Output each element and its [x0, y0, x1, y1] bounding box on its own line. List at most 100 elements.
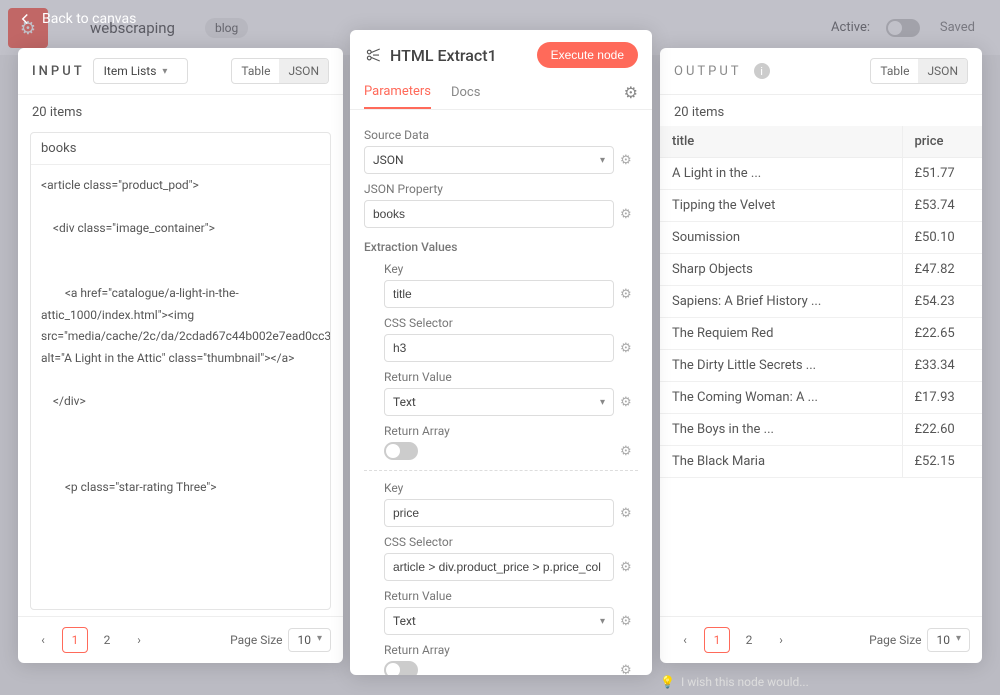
- param-gear-icon[interactable]: ⚙: [620, 287, 638, 302]
- css-label: CSS Selector: [384, 535, 638, 549]
- output-footer: ‹ 1 2 › Page Size 10 ▾: [660, 616, 982, 663]
- key-input-2[interactable]: [384, 499, 614, 527]
- css-input-1[interactable]: [384, 334, 614, 362]
- input-header: INPUT Item Lists ▾ Table JSON: [18, 48, 343, 95]
- back-to-canvas[interactable]: Back to canvas: [0, 0, 136, 38]
- param-gear-icon[interactable]: ⚙: [620, 395, 638, 410]
- page-1-button[interactable]: 1: [62, 627, 88, 653]
- css-input-2[interactable]: [384, 553, 614, 581]
- title-cell: The Requiem Red: [660, 318, 902, 350]
- tab-docs[interactable]: Docs: [451, 77, 480, 108]
- input-footer: ‹ 1 2 › Page Size 10 ▾: [18, 616, 343, 663]
- prev-page-button[interactable]: ‹: [30, 627, 56, 653]
- table-row: A Light in the ...£51.77: [660, 158, 982, 190]
- table-row: The Requiem Red£22.65: [660, 318, 982, 350]
- input-title: INPUT: [32, 64, 85, 79]
- json-property-label: JSON Property: [364, 182, 638, 196]
- page-size-label: Page Size: [230, 633, 282, 647]
- node-title: HTML Extract1: [390, 46, 529, 65]
- price-cell: £17.93: [902, 382, 982, 414]
- title-cell: Soumission: [660, 222, 902, 254]
- param-gear-icon[interactable]: ⚙: [620, 153, 638, 168]
- output-view-toggle: Table JSON: [870, 58, 968, 84]
- param-gear-icon[interactable]: ⚙: [620, 444, 638, 459]
- table-row: The Dirty Little Secrets ...£33.34: [660, 350, 982, 382]
- view-json-button[interactable]: JSON: [918, 59, 967, 83]
- input-column-header: books: [31, 133, 330, 165]
- node-panel: HTML Extract1 Execute node Parameters Do…: [350, 30, 652, 675]
- return-array-toggle-1[interactable]: [384, 442, 418, 460]
- view-table-button[interactable]: Table: [871, 59, 918, 83]
- price-cell: £54.23: [902, 286, 982, 318]
- prev-page-button[interactable]: ‹: [672, 627, 698, 653]
- page-size-label: Page Size: [869, 633, 921, 647]
- title-cell: Sharp Objects: [660, 254, 902, 286]
- output-title: OUTPUT: [674, 64, 742, 79]
- prev-node-label: Item Lists: [104, 64, 157, 78]
- title-cell: The Black Maria: [660, 446, 902, 478]
- param-gear-icon[interactable]: ⚙: [620, 341, 638, 356]
- price-cell: £52.15: [902, 446, 982, 478]
- settings-icon[interactable]: ⚙: [624, 83, 638, 102]
- arrow-left-icon: [16, 10, 34, 28]
- title-cell: The Dirty Little Secrets ...: [660, 350, 902, 382]
- input-data-box: books <article class="product_pod"> <div…: [30, 132, 331, 610]
- page-2-button[interactable]: 2: [94, 627, 120, 653]
- next-page-button[interactable]: ›: [768, 627, 794, 653]
- source-data-select[interactable]: JSON▾: [364, 146, 614, 174]
- view-table-button[interactable]: Table: [232, 59, 279, 83]
- param-gear-icon[interactable]: ⚙: [620, 560, 638, 575]
- col-price-header: price: [902, 126, 982, 158]
- param-gear-icon[interactable]: ⚙: [620, 207, 638, 222]
- return-array-label: Return Array: [384, 643, 638, 657]
- page-2-button[interactable]: 2: [736, 627, 762, 653]
- wish-bar[interactable]: 💡 I wish this node would...: [660, 669, 982, 695]
- table-row: Tipping the Velvet£53.74: [660, 190, 982, 222]
- col-title-header: title: [660, 126, 902, 158]
- param-gear-icon[interactable]: ⚙: [620, 663, 638, 676]
- view-json-button[interactable]: JSON: [279, 59, 328, 83]
- title-cell: Tipping the Velvet: [660, 190, 902, 222]
- extraction-values-label: Extraction Values: [364, 240, 638, 254]
- page-1-button[interactable]: 1: [704, 627, 730, 653]
- return-label: Return Value: [384, 589, 638, 603]
- price-cell: £51.77: [902, 158, 982, 190]
- input-body: <article class="product_pod"> <div class…: [31, 165, 330, 609]
- json-property-input[interactable]: [364, 200, 614, 228]
- css-label: CSS Selector: [384, 316, 638, 330]
- param-gear-icon[interactable]: ⚙: [620, 506, 638, 521]
- next-page-button[interactable]: ›: [126, 627, 152, 653]
- page-size-select[interactable]: 10 ▾: [927, 628, 970, 652]
- prev-node-select[interactable]: Item Lists ▾: [93, 58, 188, 84]
- tab-parameters[interactable]: Parameters: [364, 76, 431, 109]
- info-icon[interactable]: i: [754, 63, 770, 79]
- input-items-count: 20 items: [18, 95, 343, 126]
- page-size-select[interactable]: 10 ▾: [288, 628, 331, 652]
- key-label: Key: [384, 262, 638, 276]
- return-array-toggle-2[interactable]: [384, 661, 418, 675]
- scissors-icon: [364, 46, 382, 64]
- price-cell: £33.34: [902, 350, 982, 382]
- table-row: Sapiens: A Brief History ...£54.23: [660, 286, 982, 318]
- execute-node-button[interactable]: Execute node: [537, 42, 638, 68]
- source-data-label: Source Data: [364, 128, 638, 142]
- price-cell: £53.74: [902, 190, 982, 222]
- back-label: Back to canvas: [42, 11, 136, 27]
- return-select-2[interactable]: Text▾: [384, 607, 614, 635]
- title-cell: Sapiens: A Brief History ...: [660, 286, 902, 318]
- key-input-1[interactable]: [384, 280, 614, 308]
- lightbulb-icon: 💡: [660, 675, 675, 689]
- price-cell: £22.60: [902, 414, 982, 446]
- node-header: HTML Extract1 Execute node: [350, 30, 652, 76]
- table-row: Soumission£50.10: [660, 222, 982, 254]
- key-label: Key: [384, 481, 638, 495]
- price-cell: £22.65: [902, 318, 982, 350]
- input-panel: INPUT Item Lists ▾ Table JSON 20 items b…: [18, 48, 343, 663]
- wish-text: I wish this node would...: [681, 675, 809, 689]
- param-gear-icon[interactable]: ⚙: [620, 614, 638, 629]
- table-row: The Coming Woman: A ...£17.93: [660, 382, 982, 414]
- output-panel: OUTPUT i Table JSON 20 items title price…: [660, 48, 982, 663]
- return-select-1[interactable]: Text▾: [384, 388, 614, 416]
- table-row: The Boys in the ...£22.60: [660, 414, 982, 446]
- return-array-label: Return Array: [384, 424, 638, 438]
